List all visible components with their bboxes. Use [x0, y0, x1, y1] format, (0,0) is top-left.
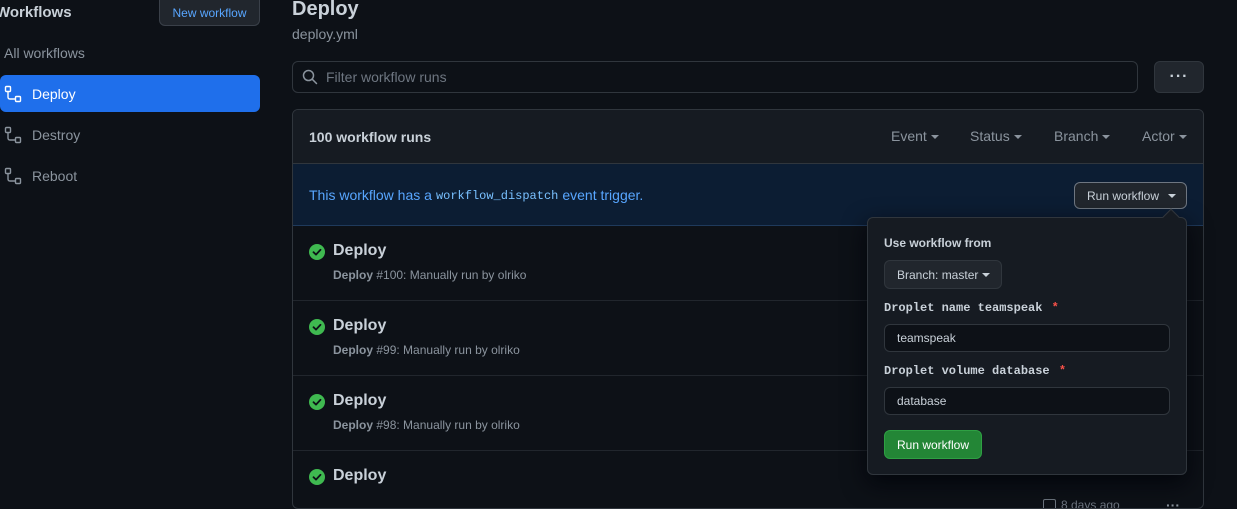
filter-input[interactable] — [326, 69, 1106, 85]
status-filter-dropdown[interactable]: Status — [970, 128, 1022, 144]
run-workflow-submit-button[interactable]: Run workflow — [884, 430, 982, 459]
run-title[interactable]: Deploy — [333, 467, 386, 485]
runs-count: 100 workflow runs — [309, 129, 431, 145]
run-workflow-popover: Use workflow from Branch: master Droplet… — [867, 217, 1187, 475]
run-title[interactable]: Deploy — [333, 317, 386, 335]
workflow-icon — [4, 167, 22, 185]
branch-select-button[interactable]: Branch: master — [884, 260, 1002, 289]
run-workflow-name: Deploy — [333, 418, 373, 432]
run-description: #99: Manually run by olriko — [376, 343, 519, 357]
run-meta: Deploy #98: Manually run by olriko — [333, 418, 520, 432]
banner-code: workflow_dispatch — [436, 189, 558, 203]
page-title: Deploy — [292, 0, 359, 21]
status-filter-label: Status — [970, 128, 1010, 144]
chevron-down-icon — [1168, 194, 1176, 198]
runs-header: 100 workflow runs Event Status Branch Ac… — [293, 110, 1203, 164]
run-meta: Deploy #100: Manually run by olriko — [333, 268, 526, 282]
droplet-name-input[interactable] — [884, 324, 1170, 352]
branch-filter-label: Branch — [1054, 128, 1098, 144]
run-workflow-name: Deploy — [333, 268, 373, 282]
run-meta: Deploy #99: Manually run by olriko — [333, 343, 520, 357]
more-options-button[interactable]: ··· — [1154, 61, 1204, 93]
required-mark: * — [1059, 364, 1066, 378]
success-check-icon — [309, 394, 325, 410]
chevron-down-icon — [982, 273, 990, 277]
success-check-icon — [309, 469, 325, 485]
workflow-icon — [4, 85, 22, 103]
sidebar-item-label: Destroy — [32, 127, 80, 143]
droplet-volume-label-text: Droplet volume database — [884, 364, 1050, 378]
calendar-icon — [1043, 499, 1056, 509]
banner-text-suffix: event trigger. — [562, 187, 643, 203]
run-time: 8 days ago — [1043, 498, 1120, 509]
new-workflow-button[interactable]: New workflow — [159, 0, 260, 26]
filter-box — [292, 61, 1138, 93]
success-check-icon — [309, 244, 325, 260]
actor-filter-dropdown[interactable]: Actor — [1142, 128, 1187, 144]
sidebar-item-label: Deploy — [32, 86, 76, 102]
sidebar-title: Workflows — [0, 4, 72, 21]
run-title[interactable]: Deploy — [333, 392, 386, 410]
sidebar-item-label: Reboot — [32, 168, 77, 184]
run-time-label: 8 days ago — [1061, 498, 1120, 509]
sidebar-item-label: All workflows — [4, 45, 85, 61]
event-filter-dropdown[interactable]: Event — [891, 128, 939, 144]
run-title[interactable]: Deploy — [333, 242, 386, 260]
workflow-file-name[interactable]: deploy.yml — [292, 26, 358, 42]
actor-filter-label: Actor — [1142, 128, 1175, 144]
droplet-name-label: Droplet name teamspeak * — [884, 301, 1059, 315]
sidebar-item-all-workflows[interactable]: All workflows — [0, 34, 260, 71]
search-icon — [302, 69, 318, 85]
chevron-down-icon — [1102, 135, 1110, 139]
sidebar-item-destroy[interactable]: Destroy — [0, 116, 260, 153]
use-workflow-from-label: Use workflow from — [884, 236, 991, 250]
run-workflow-dropdown-button[interactable]: Run workflow — [1074, 182, 1187, 209]
droplet-volume-label: Droplet volume database * — [884, 364, 1066, 378]
run-description: #98: Manually run by olriko — [376, 418, 519, 432]
branch-filter-dropdown[interactable]: Branch — [1054, 128, 1110, 144]
sidebar-item-deploy[interactable]: Deploy — [0, 75, 260, 112]
chevron-down-icon — [1014, 135, 1022, 139]
event-filter-label: Event — [891, 128, 927, 144]
run-description: #100: Manually run by olriko — [376, 268, 526, 282]
run-workflow-label: Run workflow — [1087, 189, 1159, 203]
chevron-down-icon — [1179, 135, 1187, 139]
success-check-icon — [309, 319, 325, 335]
required-mark: * — [1052, 301, 1059, 315]
chevron-down-icon — [931, 135, 939, 139]
droplet-name-label-text: Droplet name teamspeak — [884, 301, 1042, 315]
droplet-volume-input[interactable] — [884, 387, 1170, 415]
sidebar-item-reboot[interactable]: Reboot — [0, 157, 260, 194]
run-workflow-name: Deploy — [333, 343, 373, 357]
row-more-options-button[interactable]: ··· — [1166, 497, 1180, 509]
branch-select-label: Branch: master — [897, 268, 978, 282]
workflow-icon — [4, 126, 22, 144]
banner-text-prefix: This workflow has a — [309, 187, 432, 203]
